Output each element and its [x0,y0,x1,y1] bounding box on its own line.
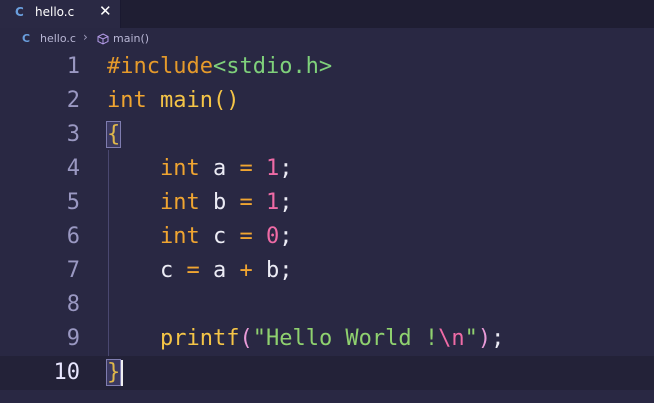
breadcrumb: C hello.c › main() [0,28,654,50]
token-type: int [159,156,200,181]
line-code: int main() [107,84,239,118]
line-number: 10 [53,360,81,385]
tab-label: hello.c [35,5,75,19]
token-identifier: b; [252,258,293,283]
method-cube-icon [97,33,109,45]
line-number: 2 [66,88,80,113]
line-number: 1 [66,54,80,79]
line-code: int b = 1; [107,186,293,220]
code-line-7[interactable]: 7 c = a + b; [0,254,654,288]
token-number: 1 [265,190,280,215]
token-semicolon: ; [279,156,293,181]
line-code: } [105,356,124,390]
c-language-icon: C [15,5,24,19]
line-code: int a = 1; [107,152,293,186]
tab-bar: C hello.c ✕ [0,0,654,29]
code-line-3[interactable]: 3 { [0,118,654,152]
chevron-right-icon: › [83,30,88,44]
code-line-10[interactable]: 10 } [0,356,654,390]
token-function: main [160,88,213,113]
line-number: 5 [66,190,80,215]
close-icon[interactable]: ✕ [99,3,112,19]
token-paren: () [212,88,240,113]
code-line-6[interactable]: 6 int c = 0; [0,220,654,254]
token-number: 1 [265,156,280,181]
line-number: 9 [66,326,80,351]
token-type: int [107,88,147,113]
line-code: int c = 0; [107,220,293,254]
line-code: printf("Hello World !\n"); [107,322,504,356]
token-function: printf [159,326,240,351]
token-identifier: b [199,190,240,215]
code-editor-window: C hello.c ✕ C hello.c › main() 1 #includ… [0,0,654,403]
token-operator: = [239,156,253,181]
token-identifier: a [199,258,240,283]
token-semicolon: ; [491,326,505,351]
code-line-4[interactable]: 4 int a = 1; [0,152,654,186]
token-string: " [464,326,478,351]
tab-hello-c[interactable]: C hello.c ✕ [0,0,121,28]
line-code: c = a + b; [107,254,293,288]
token-type: int [159,224,200,249]
editor-area[interactable]: 1 #include<stdio.h> 2 int main() 3 { 4 i… [0,50,654,403]
line-number: 7 [66,258,80,283]
token-paren: ( [239,326,253,351]
token-identifier: c [199,224,240,249]
token-brace-matched: { [105,121,122,148]
token-operator: = [239,190,253,215]
line-number: 6 [66,224,80,249]
token-header: <stdio.h> [212,54,333,79]
code-line-1[interactable]: 1 #include<stdio.h> [0,50,654,84]
token-operator: = [239,224,253,249]
token-semicolon: ; [279,224,293,249]
token-paren: ) [477,326,492,351]
token-brace-matched: } [105,359,122,386]
line-number: 3 [66,122,80,147]
code-line-8[interactable]: 8 [0,288,654,322]
token-operator: + [239,258,253,283]
token-identifier: a [199,156,240,181]
token-type: int [159,190,200,215]
text-cursor [121,360,124,386]
token-escape: \n [438,326,465,351]
breadcrumb-file[interactable]: hello.c [40,32,76,45]
line-number: 4 [66,156,80,181]
line-number: 8 [66,292,80,317]
token-identifier: c [107,258,187,283]
token-semicolon: ; [279,190,293,215]
line-code: #include<stdio.h> [107,50,332,84]
code-line-9[interactable]: 9 printf("Hello World !\n"); [0,322,654,356]
token-string: "Hello World ! [252,326,439,351]
code-line-5[interactable]: 5 int b = 1; [0,186,654,220]
token-number: 0 [265,224,280,249]
c-language-icon: C [22,32,31,45]
line-code: { [105,118,122,152]
token-operator: = [186,258,200,283]
breadcrumb-symbol[interactable]: main() [113,32,149,45]
code-line-2[interactable]: 2 int main() [0,84,654,118]
token-preprocessor: #include [107,54,213,79]
